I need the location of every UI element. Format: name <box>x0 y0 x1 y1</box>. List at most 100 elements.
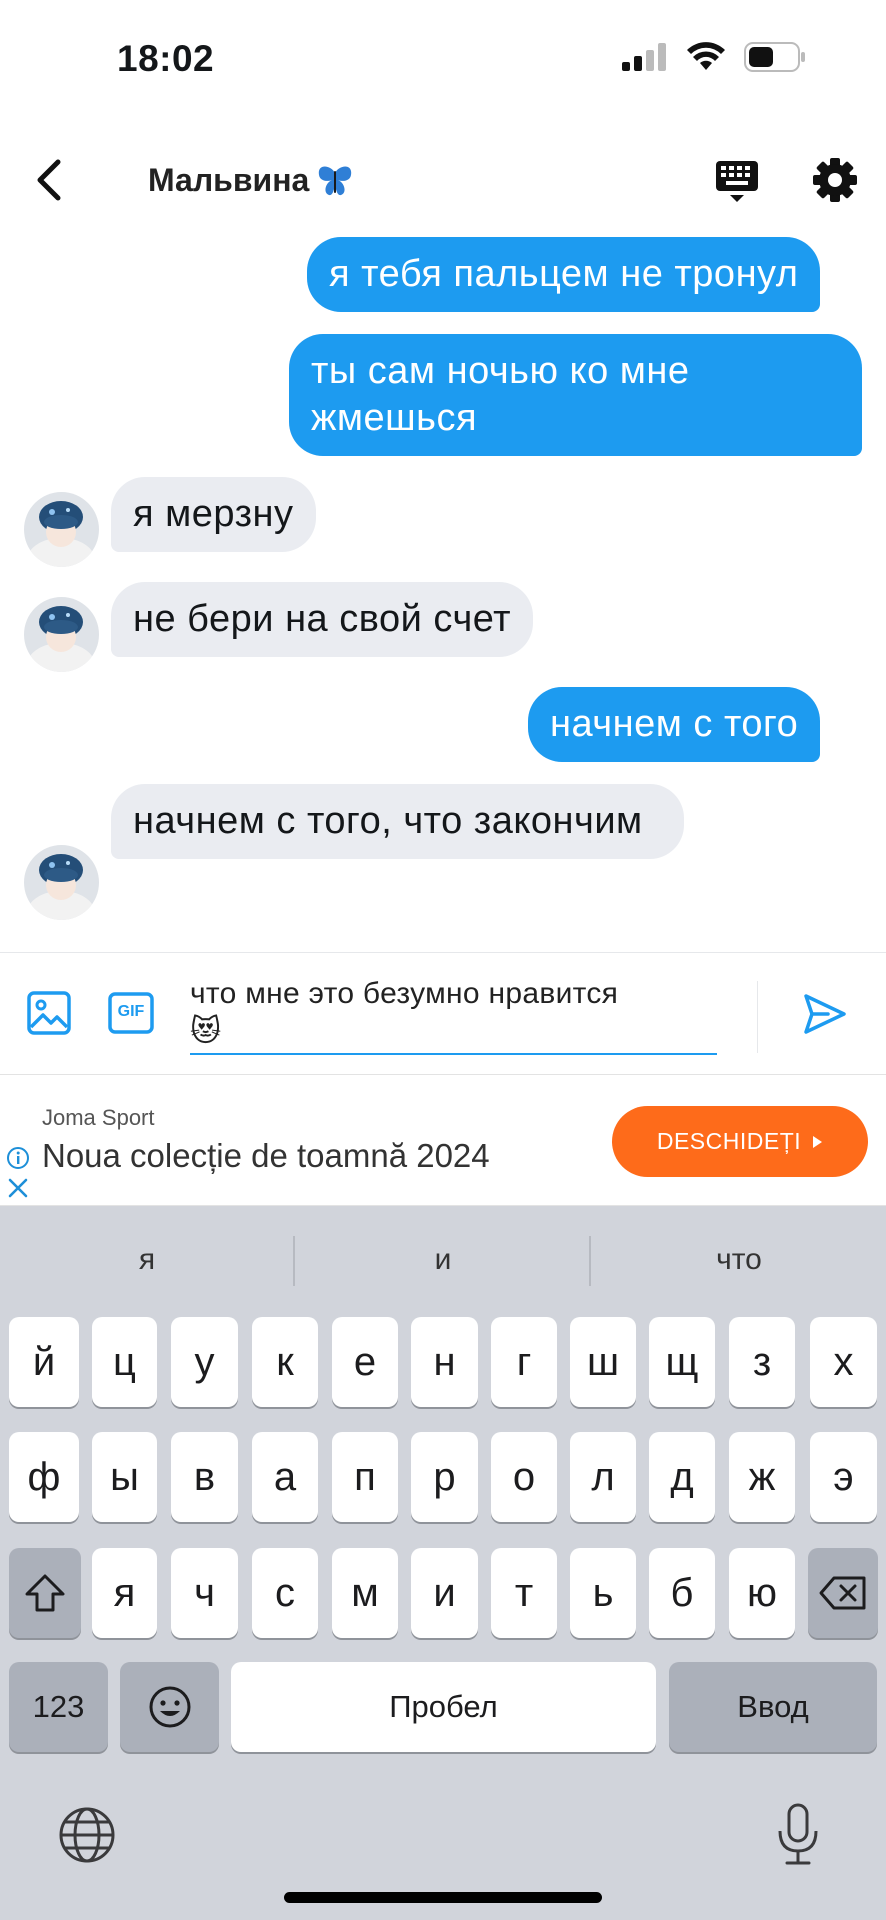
key[interactable]: т <box>491 1548 557 1638</box>
key[interactable]: о <box>491 1432 557 1522</box>
ad-headline: Noua colecție de toamnă 2024 <box>42 1137 490 1174</box>
ad-banner[interactable]: Joma Sport Noua colecție de toamnă 2024 … <box>0 1074 886 1206</box>
key[interactable]: ы <box>92 1432 157 1522</box>
backspace-key[interactable] <box>808 1548 878 1638</box>
emoji-face-icon <box>149 1686 190 1728</box>
globe-key[interactable] <box>57 1805 117 1865</box>
message-incoming[interactable]: начнем с того, что закончим <box>111 784 684 859</box>
key[interactable]: б <box>649 1548 715 1638</box>
key[interactable]: э <box>810 1432 877 1522</box>
status-icons <box>622 42 806 72</box>
suggestion[interactable]: и <box>296 1234 590 1286</box>
chat-header: Мальвина <box>0 120 886 235</box>
image-picker-button[interactable] <box>25 989 75 1039</box>
key[interactable]: к <box>252 1317 318 1407</box>
key[interactable]: щ <box>649 1317 715 1407</box>
settings-button[interactable] <box>810 155 860 205</box>
ad-cta-button[interactable]: DESCHIDEȚI <box>612 1106 868 1177</box>
message-text: я тебя пальцем не тронул <box>329 253 799 295</box>
keyboard: я и что й ц у к е н г ш щ з х ф ы в а п … <box>0 1206 886 1920</box>
key[interactable]: у <box>171 1317 238 1407</box>
battery-icon <box>744 42 805 72</box>
ad-info-icon[interactable] <box>6 1146 30 1170</box>
message-outgoing[interactable]: я тебя пальцем не тронул <box>307 237 821 312</box>
key[interactable]: х <box>810 1317 877 1407</box>
numbers-key[interactable]: 123 <box>9 1662 108 1752</box>
key[interactable]: ч <box>171 1548 238 1638</box>
send-button[interactable] <box>802 991 852 1041</box>
chat-title: Мальвина <box>148 162 353 199</box>
message-text: начнем с того <box>550 703 799 745</box>
avatar-image <box>24 492 99 567</box>
key[interactable]: л <box>570 1432 636 1522</box>
home-indicator[interactable] <box>284 1892 602 1903</box>
cellular-signal-icon <box>622 43 666 71</box>
avatar-image <box>24 597 99 672</box>
avatar-image <box>24 845 99 920</box>
space-key[interactable]: Пробел <box>231 1662 656 1752</box>
key[interactable]: с <box>252 1548 318 1638</box>
microphone-icon <box>778 1803 818 1865</box>
avatar[interactable] <box>24 597 99 672</box>
status-bar: 18:02 <box>0 0 886 120</box>
chevron-left-icon <box>37 159 60 201</box>
key[interactable]: з <box>729 1317 795 1407</box>
suggestion-bar: я и что <box>0 1206 886 1316</box>
ad-cta-label: DESCHIDEȚI <box>656 1128 802 1154</box>
butterfly-emoji-icon <box>319 166 352 195</box>
avatar[interactable] <box>24 845 99 920</box>
key[interactable]: г <box>491 1317 557 1407</box>
gif-button[interactable]: GIF <box>107 989 157 1039</box>
key[interactable]: ж <box>729 1432 795 1522</box>
message-input-emoji: 😻 <box>190 1015 222 1048</box>
key[interactable]: ю <box>729 1548 795 1638</box>
key[interactable]: ь <box>570 1548 636 1638</box>
send-icon <box>804 994 846 1034</box>
key[interactable]: ш <box>570 1317 636 1407</box>
key[interactable]: и <box>411 1548 478 1638</box>
key[interactable]: ф <box>9 1432 79 1522</box>
key[interactable]: й <box>9 1317 79 1407</box>
message-text: я мерзну <box>133 493 294 535</box>
message-composer: GIF что мне это безумно нравится 😻 <box>0 952 886 1074</box>
emoji-key[interactable] <box>120 1662 219 1752</box>
message-text: ты сам ночью ко мне жмешься <box>311 350 690 439</box>
suggestion-divider <box>589 1236 591 1286</box>
message-text: начнем с того, что закончим <box>133 800 643 842</box>
ad-close-icon[interactable] <box>6 1176 30 1200</box>
image-icon <box>27 991 71 1035</box>
message-outgoing[interactable]: начнем с того <box>528 687 821 762</box>
play-triangle-icon <box>813 1135 823 1148</box>
shift-arrow-icon <box>25 1574 65 1612</box>
dictation-key[interactable] <box>773 1803 823 1867</box>
key[interactable]: д <box>649 1432 715 1522</box>
key[interactable]: е <box>332 1317 398 1407</box>
message-incoming[interactable]: я мерзну <box>111 477 316 552</box>
message-input[interactable]: что мне это безумно нравится 😻 <box>190 975 717 1055</box>
status-time: 18:02 <box>117 38 215 79</box>
return-key[interactable]: Ввод <box>669 1662 877 1752</box>
key[interactable]: н <box>411 1317 478 1407</box>
gif-label: GIF <box>117 1003 145 1020</box>
key[interactable]: п <box>332 1432 398 1522</box>
suggestion[interactable]: я <box>0 1234 294 1286</box>
suggestion[interactable]: что <box>592 1234 886 1286</box>
message-text: не бери на свой счет <box>133 598 512 640</box>
key[interactable]: а <box>252 1432 318 1522</box>
message-input-text: что мне это безумно нравится <box>190 977 619 1010</box>
keyboard-icon <box>716 161 758 202</box>
key[interactable]: р <box>411 1432 478 1522</box>
keyboard-shortcuts-button[interactable] <box>712 155 762 205</box>
message-incoming[interactable]: не бери на свой счет <box>111 582 534 657</box>
avatar[interactable] <box>24 492 99 567</box>
ad-brand: Joma Sport <box>42 1105 155 1130</box>
back-button[interactable] <box>25 155 70 205</box>
chat-title-text: Мальвина <box>148 162 310 198</box>
message-list[interactable]: я тебя пальцем не тронул ты сам ночью ко… <box>0 235 886 952</box>
key[interactable]: в <box>171 1432 238 1522</box>
shift-key[interactable] <box>9 1548 81 1638</box>
key[interactable]: я <box>92 1548 157 1638</box>
key[interactable]: ц <box>92 1317 157 1407</box>
key[interactable]: м <box>332 1548 398 1638</box>
message-outgoing[interactable]: ты сам ночью ко мне жмешься <box>289 334 862 456</box>
